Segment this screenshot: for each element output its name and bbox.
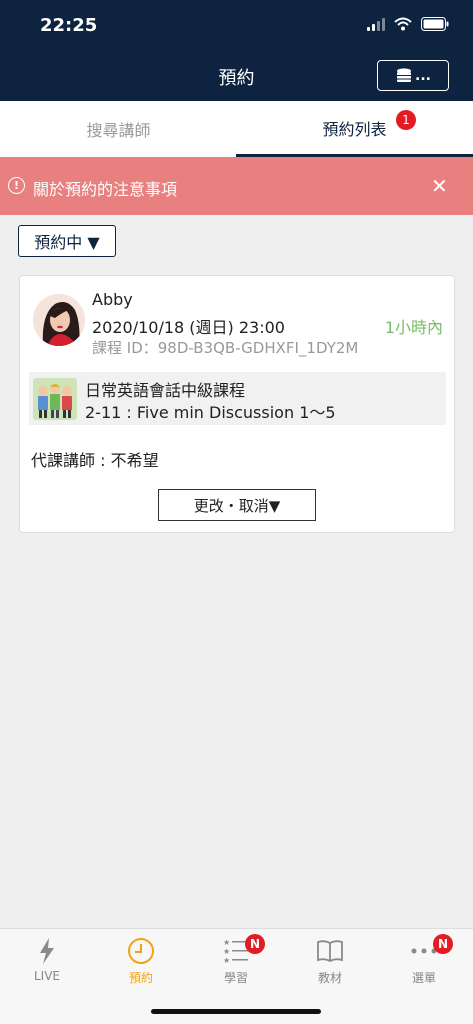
nav-label: LIVE <box>33 969 60 983</box>
home-indicator[interactable] <box>151 1009 321 1014</box>
nav-live[interactable]: LIVE <box>0 929 94 999</box>
tab-label: 預約列表 <box>322 119 387 139</box>
tab-label: 搜尋講師 <box>86 121 151 140</box>
substitute-teacher: 代課講師 : 不希望 <box>31 451 159 470</box>
change-cancel-button[interactable]: 更改・取消▼ <box>158 489 316 521</box>
reservation-card: Abby 2020/10/18 (週日) 23:00 1小時內 課程 ID：98… <box>19 275 455 533</box>
lesson-title: 2-11 : Five min Discussion 1～5 <box>85 403 336 422</box>
course-info[interactable]: 日常英語會話中級課程 2-11 : Five min Discussion 1～… <box>29 372 446 425</box>
countdown-label: 1小時內 <box>384 318 443 337</box>
nav-study[interactable]: ★ ★ ★ 學習 N <box>189 929 283 999</box>
nav-badge: N <box>433 934 453 954</box>
status-filter-dropdown[interactable]: 預約中 ▼ <box>18 225 116 257</box>
course-illustration <box>33 378 77 420</box>
signal-icon <box>367 17 385 31</box>
course-thumbnail <box>33 378 77 420</box>
coin-button[interactable]: ... <box>377 60 449 91</box>
avatar-image <box>33 294 85 346</box>
tab-reservation-list[interactable]: 預約列表 <box>236 101 473 157</box>
lightning-icon <box>32 937 62 965</box>
nav-label: 預約 <box>128 971 153 985</box>
nav-menu[interactable]: 選單 N <box>377 929 471 999</box>
nav-label: 學習 <box>223 971 248 985</box>
svg-text:★: ★ <box>223 938 230 947</box>
coins-icon <box>397 67 412 82</box>
notice-banner[interactable]: ! 關於預約的注意事項 ✕ <box>0 157 473 215</box>
wifi-icon <box>394 17 412 31</box>
nav-label: 選單 <box>411 971 436 985</box>
notice-text[interactable]: 關於預約的注意事項 <box>33 176 177 200</box>
svg-text:★: ★ <box>223 947 230 956</box>
status-bar: 22:25 <box>0 0 473 50</box>
nav-materials[interactable]: 教材 <box>283 929 377 999</box>
coin-button-label: ... <box>415 67 431 84</box>
filter-label: 預約中 ▼ <box>34 233 100 252</box>
svg-text:★: ★ <box>223 956 230 964</box>
book-icon <box>315 937 345 965</box>
status-icons <box>367 17 449 31</box>
nav-label: 教材 <box>317 971 342 985</box>
close-icon[interactable]: ✕ <box>431 174 448 198</box>
nav-reservation[interactable]: 預約 <box>94 929 188 999</box>
alert-icon: ! <box>8 177 25 194</box>
nav-bar: 預約 ... <box>0 50 473 101</box>
nav-badge: N <box>245 934 265 954</box>
teacher-avatar[interactable] <box>33 294 85 346</box>
course-title: 日常英語會話中級課程 <box>85 381 246 400</box>
teacher-name[interactable]: Abby <box>92 290 133 309</box>
course-id: 課程 ID：98D-B3QB-GDHXFI_1DY2M <box>92 339 359 357</box>
tab-search-teacher[interactable]: 搜尋講師 <box>0 101 237 157</box>
status-time: 22:25 <box>40 15 98 36</box>
clock-icon <box>126 937 156 965</box>
battery-icon <box>421 17 449 31</box>
lesson-datetime: 2020/10/18 (週日) 23:00 <box>92 318 285 337</box>
tab-badge: 1 <box>396 110 416 130</box>
